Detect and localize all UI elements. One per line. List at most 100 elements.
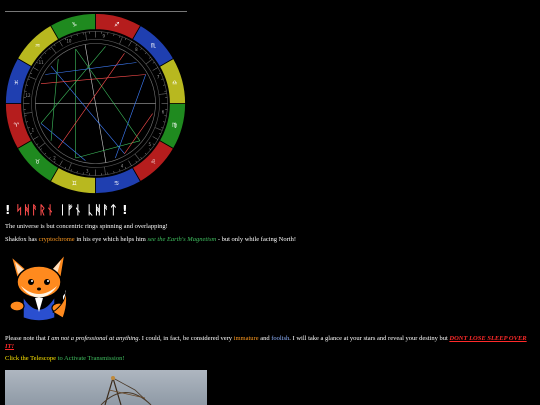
house-number: 11 [39, 60, 45, 65]
zodiac-glyph: ♉ [35, 159, 40, 166]
degree-tick [152, 136, 158, 140]
degree-tick [140, 156, 142, 159]
degree-tick [152, 62, 155, 64]
degree-tick [113, 33, 115, 36]
zodiac-glyph: ♏ [151, 43, 157, 50]
degree-tick [59, 41, 63, 47]
degree-tick [70, 169, 72, 172]
degree-tick [33, 67, 39, 71]
degree-tick [40, 148, 43, 150]
telescope-text: to Activate Transmission! [56, 355, 125, 362]
house-number: 12 [25, 93, 31, 98]
degree-tick [54, 44, 56, 47]
aspect-line [50, 59, 59, 141]
title-word-2: ᛁᚠᚾ [58, 203, 82, 217]
telescope-paragraph: Click the Telescope to Activate Transmis… [5, 355, 125, 363]
degree-tick [54, 160, 56, 163]
degree-tick [163, 121, 166, 123]
degree-tick [161, 78, 164, 80]
degree-tick [152, 67, 158, 71]
house-number: 5 [149, 142, 152, 147]
disclaimer-paragraph: Please note that I am not a professional… [5, 335, 535, 351]
degree-tick [30, 132, 33, 135]
degree-tick [119, 169, 121, 172]
degree-tick [49, 156, 51, 159]
disclaimer-text-3: and [258, 335, 272, 342]
degree-tick [49, 48, 51, 51]
degree-tick [144, 152, 147, 155]
house-number: 3 [86, 169, 89, 174]
cryptochrome-link[interactable]: cryptochrome [39, 236, 75, 243]
zodiac-glyph: ♎ [172, 79, 177, 86]
degree-tick [44, 152, 47, 155]
title-suffix: ! [117, 203, 129, 217]
degree-tick [25, 121, 28, 123]
degree-tick [128, 41, 132, 47]
degree-tick [124, 38, 127, 41]
degree-tick [135, 160, 137, 163]
degree-tick [40, 57, 43, 59]
degree-tick [148, 148, 151, 150]
house-number: 1 [32, 128, 35, 133]
house-number: 9 [103, 34, 106, 39]
degree-tick [144, 52, 147, 55]
degree-tick [148, 57, 151, 59]
degree-tick [44, 52, 47, 55]
disclaimer-text-1: Please note that [5, 335, 48, 342]
magnetism-link[interactable]: see the Earth's Magnetism [147, 236, 216, 243]
foolish-link[interactable]: foolish [271, 335, 289, 342]
zodiac-glyph: ♑ [72, 21, 77, 28]
degree-tick [113, 171, 115, 174]
title-word-1: ᛋᚻᚨᚱᚾ [15, 203, 55, 217]
shakfox-paragraph: Shakfox has cryptochrome in his eye whic… [5, 236, 296, 244]
shakfox-text-1: Shakfox has [5, 236, 39, 243]
house-number: 7 [157, 75, 160, 80]
aspect-line [75, 48, 141, 141]
zodiac-glyph: ♈ [14, 122, 20, 129]
natal-chart-wheel[interactable]: ♈♉♊ ♋♌♍♎♏♐♑♒♓123456789101112 [5, 13, 186, 194]
immature-link[interactable]: immature [234, 335, 259, 342]
degree-tick [140, 48, 142, 51]
fox-mascot-icon [9, 252, 68, 322]
degree-tick [64, 166, 67, 169]
degree-tick [25, 84, 28, 86]
page-title: ! ᛋᚻᚨᚱᚾ ᛁᚠᚾ ᚳᚻᚨᛏ ! [5, 201, 205, 219]
shakfox-text-2: in his eye which helps him [74, 236, 148, 243]
degree-tick [119, 35, 121, 38]
degree-tick [36, 143, 39, 145]
aspect-line [124, 113, 153, 154]
telescope-photo[interactable] [5, 370, 207, 405]
degree-tick [124, 166, 127, 169]
zodiac-glyph: ♋ [114, 180, 119, 187]
degree-tick [128, 160, 132, 166]
degree-tick [158, 72, 161, 75]
zodiac-glyph: ♌ [151, 159, 156, 166]
degree-tick [76, 171, 78, 174]
house-number: 6 [162, 109, 165, 114]
degree-tick [161, 127, 164, 129]
house-number: 2 [53, 155, 56, 160]
top-divider [5, 11, 187, 12]
house-number: 4 [121, 164, 124, 169]
degree-tick [27, 78, 30, 80]
house-number: 8 [135, 47, 138, 52]
title-prefix: ! [5, 203, 16, 217]
house-number: 10 [66, 39, 72, 44]
degree-tick [59, 160, 63, 166]
degree-tick [30, 72, 33, 75]
degree-tick [158, 132, 161, 135]
degree-tick [152, 143, 155, 145]
zodiac-glyph: ♊ [72, 180, 77, 187]
aspect-line [40, 123, 86, 161]
degree-tick [70, 35, 72, 38]
zodiac-glyph: ♒ [35, 43, 40, 50]
degree-tick [27, 127, 30, 129]
degree-tick [163, 84, 166, 86]
disclaimer-italic: I am not a professional at anything [47, 335, 139, 342]
degree-tick [33, 136, 39, 140]
telescope-link[interactable]: Click the Telescope [5, 355, 56, 362]
zodiac-glyph: ♓ [14, 79, 19, 86]
disclaimer-text-2: . I could, in fact, be considered very [138, 335, 234, 342]
disclaimer-text-4: . I will take a glance at your stars and… [289, 335, 450, 342]
aspect-line [75, 140, 141, 159]
